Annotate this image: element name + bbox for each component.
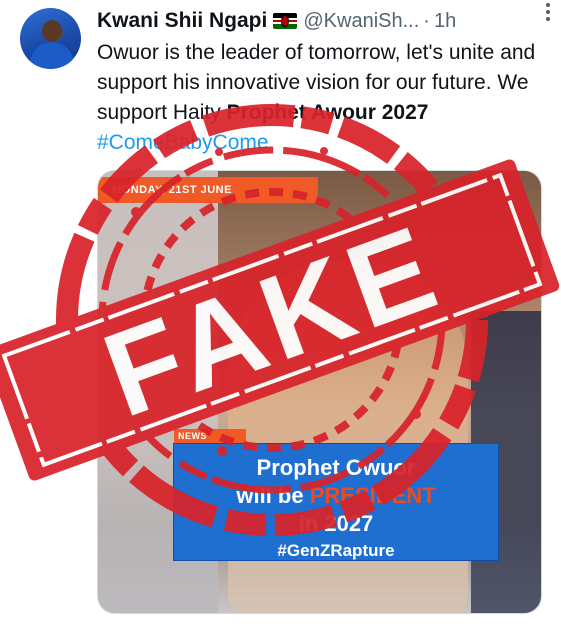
media-date-strip: MONDAY, 21ST JUNE	[98, 177, 318, 203]
banner-line-2-start: will be	[236, 483, 310, 508]
tweet-text: Owuor is the leader of tomorrow, let's u…	[97, 38, 537, 158]
tweet-media-image[interactable]: MONDAY, 21ST JUNE NEWS Prophet Owuor wil…	[97, 170, 542, 614]
avatar[interactable]	[20, 8, 81, 69]
media-news-tag: NEWS	[174, 429, 246, 443]
banner-line-2-accent: PRESIDENT	[309, 483, 436, 508]
tweet-text-bold: Prophet Awour 2027	[226, 101, 429, 124]
banner-line-1: Prophet Owuor	[256, 455, 416, 480]
author-name[interactable]: Kwani Shii Ngapi	[97, 9, 267, 33]
banner-line-2: will be PRESIDENT	[174, 482, 498, 510]
author-handle[interactable]: @KwaniSh...	[303, 10, 419, 33]
timestamp[interactable]: 1h	[434, 10, 456, 33]
separator-dot: ·	[423, 9, 430, 32]
tweet-header: Kwani Shii Ngapi @KwaniSh... · 1h	[97, 8, 545, 34]
banner-line-3: in 2027	[298, 511, 374, 536]
hashtag-link[interactable]: #ComeBabyCome	[97, 131, 269, 154]
kenya-flag-icon	[273, 13, 298, 29]
media-headline-banner: Prophet Owuor will be PRESIDENT in 2027 …	[173, 443, 499, 561]
more-vertical-icon[interactable]	[543, 2, 553, 22]
avatar-body	[30, 42, 74, 69]
tweet: Kwani Shii Ngapi @KwaniSh... · 1h Owuor …	[0, 0, 561, 626]
banner-hashtag: #GenZRapture	[277, 541, 395, 560]
avatar-head	[42, 20, 62, 42]
